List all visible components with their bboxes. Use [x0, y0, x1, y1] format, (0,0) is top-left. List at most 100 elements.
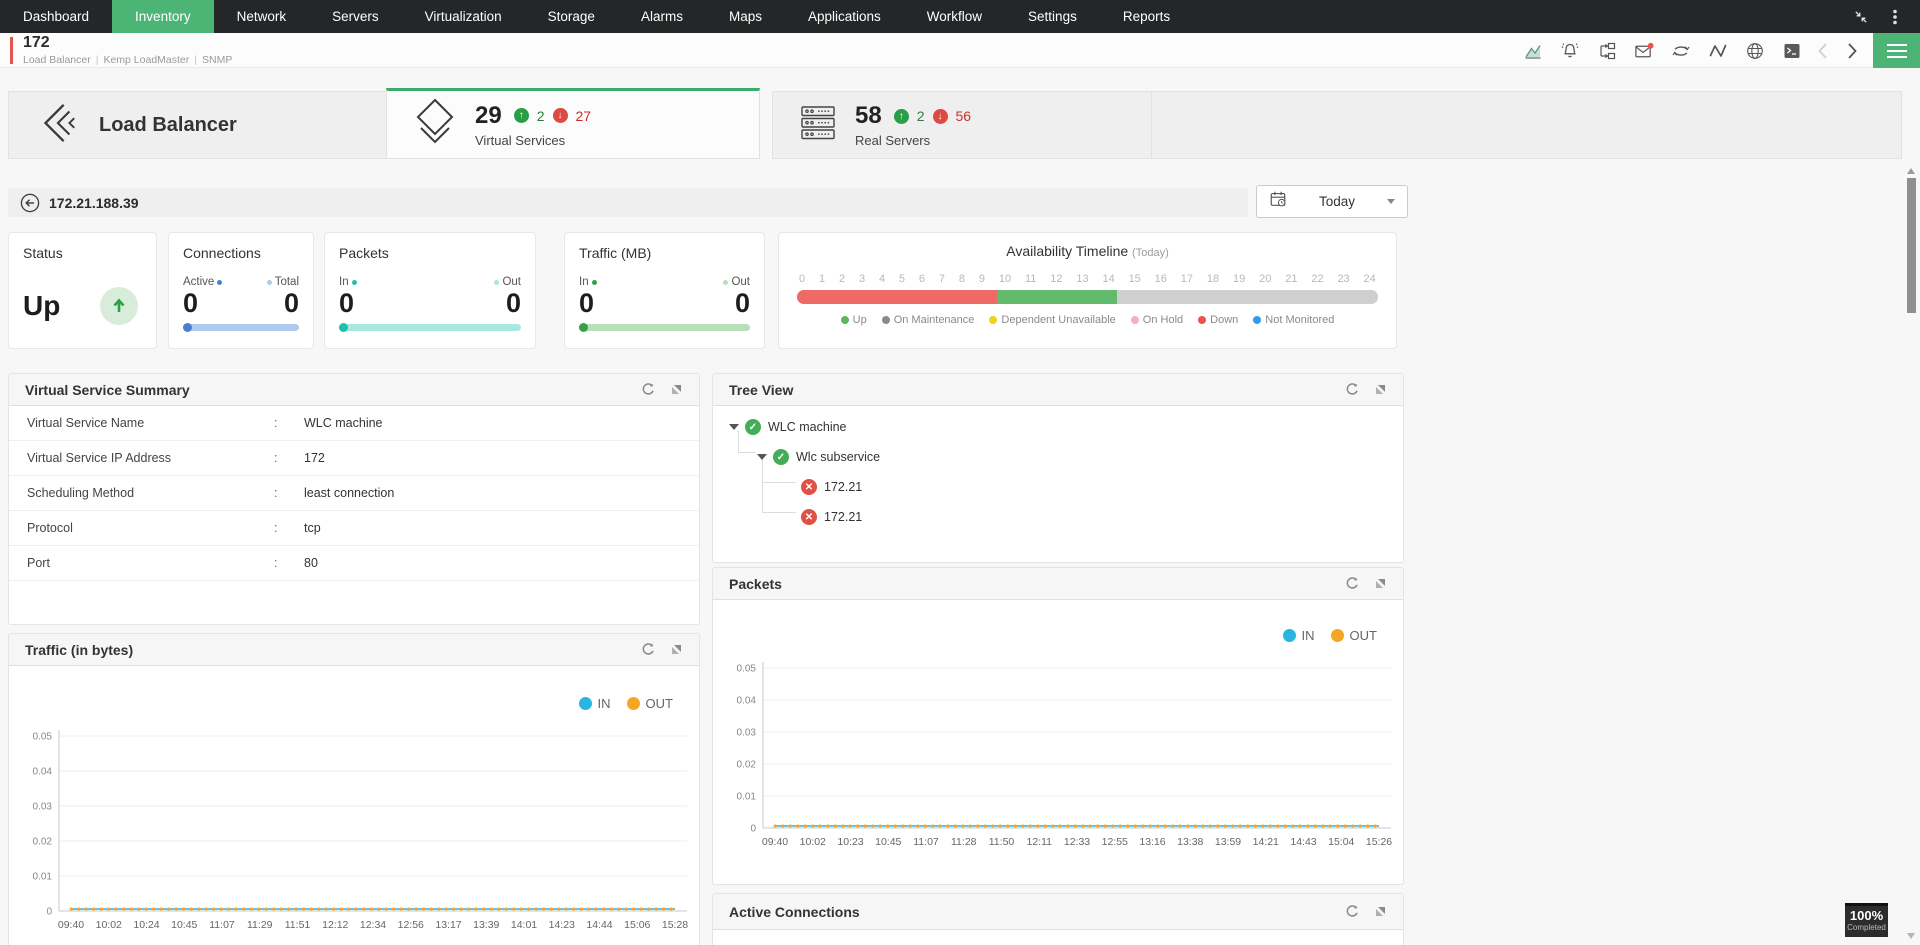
scroll-up-arrow[interactable] — [1907, 168, 1915, 174]
globe-icon[interactable] — [1745, 41, 1765, 61]
virtual-service-summary-panel: Virtual Service Summary Virtual Service … — [8, 373, 700, 625]
panel-header: Traffic (in bytes) — [9, 634, 699, 666]
x-tick-label: 12:34 — [360, 919, 386, 931]
summary-label: Protocol — [9, 521, 274, 535]
refresh-icon[interactable] — [641, 643, 655, 657]
vertical-scrollbar[interactable] — [1906, 168, 1917, 939]
x-tick-label: 13:38 — [1177, 836, 1203, 848]
mail-icon[interactable] — [1634, 41, 1654, 61]
nav-item-settings[interactable]: Settings — [1005, 0, 1100, 33]
tree-node-wlc-machine[interactable]: ✓WLC machine — [713, 412, 1403, 442]
tab-virtual-services[interactable]: 29↑2↓27Virtual Services — [386, 88, 760, 159]
nav-item-maps[interactable]: Maps — [706, 0, 785, 33]
terminal-icon[interactable] — [1782, 41, 1802, 61]
period-selector[interactable]: Today — [1256, 185, 1408, 218]
expand-icon[interactable] — [1373, 577, 1387, 591]
x-tick-label: 10:23 — [837, 836, 863, 848]
collapse-icon[interactable] — [1852, 8, 1870, 26]
chart-legend: INOUT — [1283, 628, 1377, 643]
down-arrow-icon: ↓ — [933, 109, 948, 124]
x-tick-label: 13:59 — [1215, 836, 1241, 848]
summary-row-scheduling-method: Scheduling Method:least connection — [9, 476, 699, 511]
load-balancer-icon — [33, 100, 79, 151]
chevron-right-icon[interactable] — [1842, 33, 1862, 68]
severity-bar — [10, 37, 13, 64]
y-tick-label: 0.05 — [33, 732, 53, 743]
hour-label: 9 — [979, 273, 985, 285]
nav-item-virtualization[interactable]: Virtualization — [402, 0, 525, 33]
device-type-block: Load Balancer — [8, 91, 394, 159]
refresh-icon[interactable] — [1345, 577, 1359, 591]
panel-header-icons — [1345, 577, 1387, 591]
tab-real-servers[interactable]: 58↑2↓56Real Servers — [772, 91, 1152, 159]
summary-value: WLC machine — [304, 416, 383, 430]
kebab-menu-icon[interactable] — [1886, 8, 1904, 26]
nav-item-applications[interactable]: Applications — [785, 0, 904, 33]
refresh-icon[interactable] — [641, 383, 655, 397]
menu-icon[interactable] — [1873, 33, 1920, 68]
summary-value: tcp — [304, 521, 321, 535]
legend-on-maintenance: On Maintenance — [882, 314, 975, 326]
calendar-icon — [1269, 190, 1287, 213]
nav-item-alarms[interactable]: Alarms — [618, 0, 706, 33]
nav-item-network[interactable]: Network — [214, 0, 310, 33]
nav-item-reports[interactable]: Reports — [1100, 0, 1193, 33]
sync-icon[interactable] — [1671, 41, 1691, 61]
expand-icon[interactable] — [669, 383, 683, 397]
tree-expander-icon[interactable] — [757, 454, 767, 460]
x-tick-label: 10:02 — [96, 919, 122, 931]
summary-colon: : — [274, 416, 304, 430]
compare-icon[interactable] — [1597, 41, 1617, 61]
refresh-icon[interactable] — [1345, 905, 1359, 919]
summary-row-virtual-service-ip-address: Virtual Service IP Address:172 — [9, 441, 699, 476]
waveform-icon[interactable] — [1708, 41, 1728, 61]
summary-colon: : — [274, 451, 304, 465]
packets-card: PacketsInOut00 — [324, 232, 536, 349]
breadcrumb-separator: | — [194, 54, 197, 66]
top-nav-right — [1852, 0, 1920, 33]
tree-expander-icon[interactable] — [729, 424, 739, 430]
hour-label: 24 — [1364, 273, 1376, 285]
back-button[interactable] — [20, 193, 40, 213]
timeline-bar — [797, 290, 1378, 304]
summary-label: Scheduling Method — [9, 486, 274, 500]
summary-value: 80 — [304, 556, 318, 570]
chevron-left-icon[interactable] — [1812, 33, 1832, 68]
tree-node-172-21[interactable]: ✕172.21 — [713, 472, 1403, 502]
legend-up: Up — [841, 314, 867, 326]
expand-icon[interactable] — [1373, 905, 1387, 919]
panel-header: Packets — [713, 568, 1403, 600]
nav-item-storage[interactable]: Storage — [525, 0, 618, 33]
y-tick-label: 0 — [46, 907, 52, 918]
nav-item-dashboard[interactable]: Dashboard — [0, 0, 112, 33]
alarm-bell-icon[interactable] — [1560, 41, 1580, 61]
active-value: 0 — [183, 290, 198, 317]
x-tick-label: 12:56 — [398, 919, 424, 931]
refresh-icon[interactable] — [1345, 383, 1359, 397]
breadcrumb-item-snmp: SNMP — [202, 54, 232, 66]
expand-icon[interactable] — [669, 643, 683, 657]
panel-header-icons — [641, 643, 683, 657]
in-label: In — [579, 276, 600, 288]
expand-icon[interactable] — [1373, 383, 1387, 397]
summary-label: Virtual Service Name — [9, 416, 274, 430]
tree-node-wlc-subservice[interactable]: ✓Wlc subservice — [713, 442, 1403, 472]
packets-chart: 00.010.020.030.040.0509:4010:0210:2310:4… — [713, 654, 1404, 862]
nav-item-servers[interactable]: Servers — [309, 0, 402, 33]
scroll-down-arrow[interactable] — [1907, 933, 1915, 939]
nav-item-workflow[interactable]: Workflow — [904, 0, 1005, 33]
y-tick-label: 0.02 — [33, 837, 53, 848]
scroll-thumb[interactable] — [1907, 178, 1916, 313]
in-label: In — [339, 276, 360, 288]
hour-label: 0 — [799, 273, 805, 285]
page-load-progress: 100% Completed — [1845, 903, 1888, 937]
summary-colon: : — [274, 556, 304, 570]
x-tick-label: 11:07 — [913, 836, 939, 848]
packets-panel: Packets INOUT 00.010.020.030.040.0509:40… — [712, 567, 1404, 885]
area-chart-icon[interactable] — [1523, 41, 1543, 61]
series-in: IN — [579, 696, 611, 711]
nav-item-inventory[interactable]: Inventory — [112, 0, 214, 33]
hour-label: 2 — [839, 273, 845, 285]
tree-node-172-21[interactable]: ✕172.21 — [713, 502, 1403, 532]
x-tick-label: 11:29 — [247, 919, 273, 931]
